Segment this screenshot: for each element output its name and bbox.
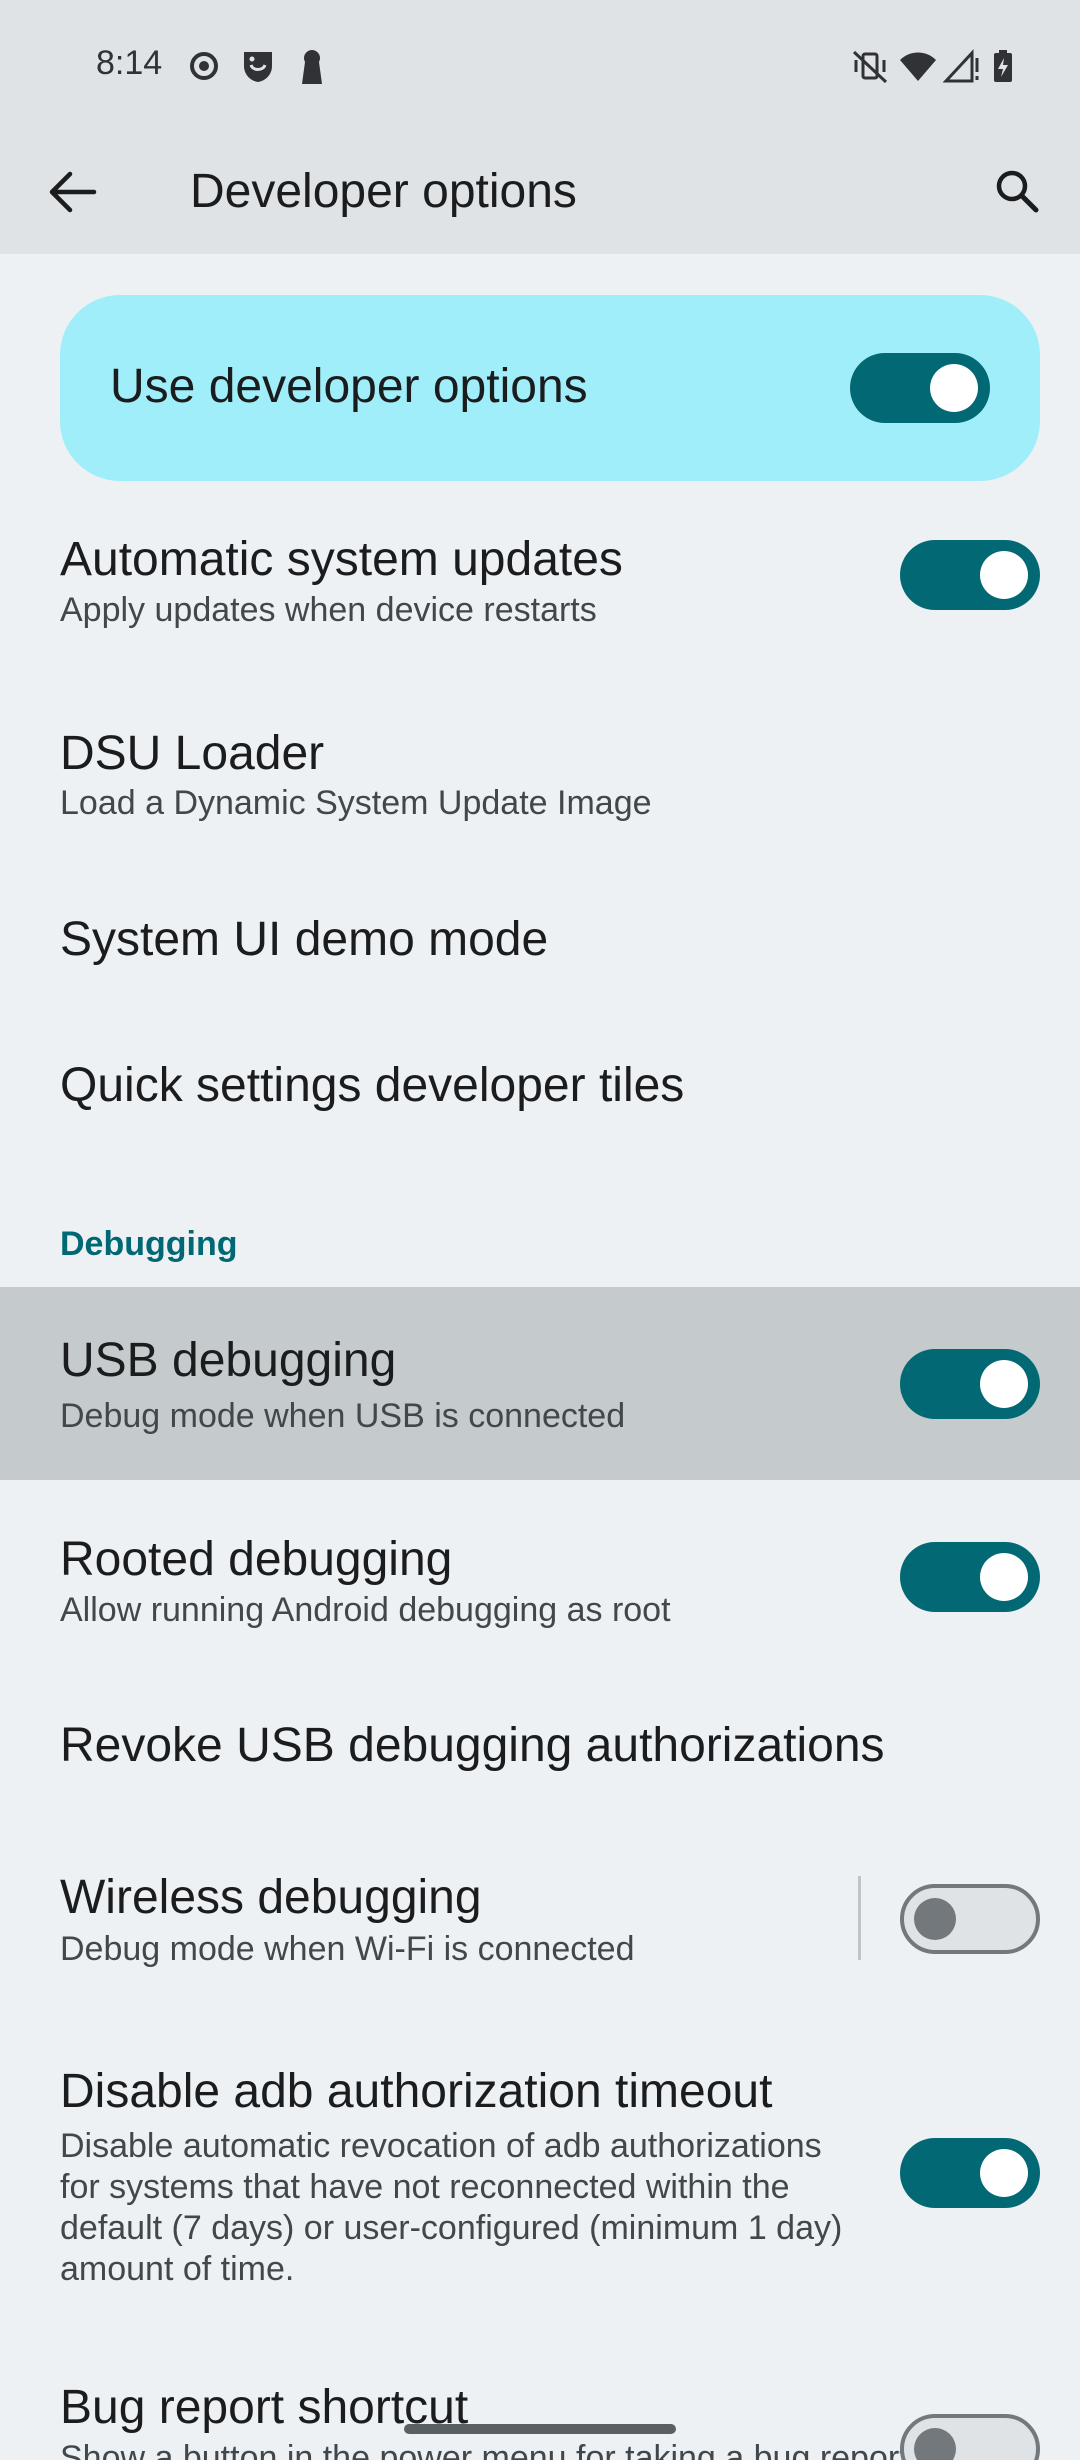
section-header-debugging: Debugging <box>60 1225 238 1263</box>
switch-thumb <box>930 364 978 412</box>
row-subtitle: Show a button in the power menu for taki… <box>60 2439 909 2460</box>
keyhole-icon <box>302 50 322 84</box>
page-title: Developer options <box>190 165 577 218</box>
status-bar: 8:14 <box>0 0 1080 130</box>
search-icon <box>996 170 1039 213</box>
row-subtitle: Allow running Android debugging as root <box>60 1591 671 1629</box>
back-button[interactable] <box>36 154 112 230</box>
row-title: USB debugging <box>60 1334 397 1387</box>
row-title: Revoke USB debugging authorizations <box>60 1719 885 1772</box>
use-developer-options-switch[interactable] <box>850 353 990 423</box>
divider <box>858 1876 861 1960</box>
rooted-debugging-switch[interactable] <box>900 1542 1040 1612</box>
row-title: Automatic system updates <box>60 533 623 586</box>
dsu-loader-row[interactable]: DSU Loader Load a Dynamic System Update … <box>0 700 1080 850</box>
disable-adb-authorization-timeout-row[interactable]: Disable adb authorization timeout Disabl… <box>0 2060 1080 2310</box>
quick-settings-developer-tiles-row[interactable]: Quick settings developer tiles <box>0 1030 1080 1150</box>
row-title: Wireless debugging <box>60 1871 482 1924</box>
row-title: DSU Loader <box>60 727 325 780</box>
row-subtitle: Debug mode when USB is connected <box>60 1397 626 1435</box>
automatic-system-updates-row[interactable]: Automatic system updates Apply updates w… <box>0 510 1080 660</box>
bug-report-shortcut-row[interactable]: Bug report shortcut Show a button in the… <box>0 2376 1080 2460</box>
radio-button-icon <box>190 52 218 80</box>
usb-debugging-switch[interactable] <box>900 1349 1040 1419</box>
battery-icon <box>994 50 1012 82</box>
use-developer-options-label: Use developer options <box>110 360 588 413</box>
switch-thumb <box>914 1898 956 1940</box>
disable-adb-authorization-timeout-switch[interactable] <box>900 2138 1040 2208</box>
navigation-handle[interactable] <box>404 2424 676 2434</box>
row-title: Disable adb authorization timeout <box>60 2065 773 2118</box>
row-subtitle: Debug mode when Wi-Fi is connected <box>60 1930 635 1968</box>
shield-face-icon <box>244 52 272 82</box>
status-time: 8:14 <box>96 44 163 82</box>
row-title: Quick settings developer tiles <box>60 1059 685 1112</box>
wireless-debugging-row[interactable]: Wireless debugging Debug mode when Wi-Fi… <box>0 1850 1080 2000</box>
wireless-debugging-switch[interactable] <box>900 1884 1040 1954</box>
switch-thumb <box>980 1553 1028 1601</box>
rooted-debugging-row[interactable]: Rooted debugging Allow running Android d… <box>0 1510 1080 1660</box>
row-subtitle: Load a Dynamic System Update Image <box>60 784 652 822</box>
row-subtitle: Disable automatic revocation of adb auth… <box>60 2127 843 2288</box>
search-button[interactable] <box>980 154 1056 230</box>
automatic-system-updates-switch[interactable] <box>900 540 1040 610</box>
top-app-bar: Developer options <box>0 130 1080 254</box>
arrow-back-icon <box>49 171 97 213</box>
row-title: Rooted debugging <box>60 1533 453 1586</box>
switch-thumb <box>980 2149 1028 2197</box>
signal-icon <box>942 49 979 83</box>
switch-thumb <box>980 551 1028 599</box>
row-subtitle: Apply updates when device restarts <box>60 591 597 629</box>
wifi-icon <box>900 52 936 81</box>
row-title: System UI demo mode <box>60 913 549 966</box>
usb-debugging-row[interactable]: USB debugging Debug mode when USB is con… <box>0 1287 1080 1480</box>
system-ui-demo-mode-row[interactable]: System UI demo mode <box>0 880 1080 1000</box>
bug-report-shortcut-switch[interactable] <box>900 2414 1040 2460</box>
switch-thumb <box>980 1360 1028 1408</box>
switch-thumb <box>914 2428 956 2460</box>
use-developer-options-card[interactable]: Use developer options <box>60 295 1040 481</box>
revoke-usb-debugging-authorizations-row[interactable]: Revoke USB debugging authorizations <box>0 1690 1080 1810</box>
vibrate-off-icon <box>852 50 888 84</box>
